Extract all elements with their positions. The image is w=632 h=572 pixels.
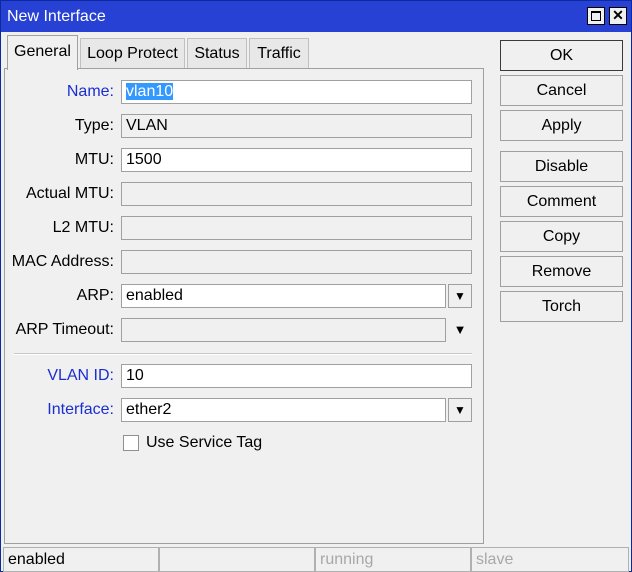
- name-value: vlan10: [126, 83, 174, 100]
- disable-button[interactable]: Disable: [500, 151, 623, 182]
- type-label: Type:: [74, 117, 114, 134]
- service-tag-label[interactable]: Use Service Tag: [146, 432, 262, 454]
- vlan-id-field[interactable]: 10: [121, 364, 472, 388]
- interface-label: Interface:: [47, 401, 114, 418]
- arp-label: ARP:: [76, 287, 114, 304]
- arp-timeout-expand-icon[interactable]: ▼: [448, 318, 472, 342]
- window-title: New Interface: [7, 8, 106, 25]
- vlan-id-label: VLAN ID:: [47, 367, 114, 384]
- apply-button[interactable]: Apply: [500, 110, 623, 141]
- tab-traffic[interactable]: Traffic: [249, 38, 309, 69]
- tab-general[interactable]: General: [7, 35, 78, 70]
- mtu-label: MTU:: [74, 151, 114, 168]
- arp-select[interactable]: enabled: [121, 284, 446, 308]
- status-running: running: [315, 547, 471, 572]
- cancel-button[interactable]: Cancel: [500, 75, 623, 106]
- remove-button[interactable]: Remove: [500, 256, 623, 287]
- mac-address-label: MAC Address:: [11, 253, 114, 270]
- actual-mtu-label: Actual MTU:: [25, 185, 114, 202]
- status-empty: [159, 547, 315, 572]
- title-bar[interactable]: New Interface ✕: [1, 1, 631, 32]
- arp-timeout-field[interactable]: [121, 318, 446, 342]
- maximize-icon[interactable]: [587, 7, 605, 25]
- name-label: Name:: [66, 83, 114, 100]
- new-interface-window: New Interface ✕ General Loop Protect Sta…: [0, 0, 632, 572]
- interface-dropdown-icon[interactable]: ▼: [448, 398, 472, 422]
- arp-timeout-label: ARP Timeout:: [15, 321, 114, 338]
- status-slave: slave: [471, 547, 629, 572]
- tab-status[interactable]: Status: [187, 38, 247, 69]
- l2-mtu-label: L2 MTU:: [52, 219, 114, 236]
- actual-mtu-field: [121, 182, 472, 206]
- service-tag-checkbox[interactable]: [123, 435, 139, 451]
- interface-select[interactable]: ether2: [121, 398, 446, 422]
- mtu-field[interactable]: 1500: [121, 148, 472, 172]
- type-field: VLAN: [121, 114, 472, 138]
- name-field[interactable]: vlan10: [121, 80, 472, 104]
- l2-mtu-field: [121, 216, 472, 240]
- comment-button[interactable]: Comment: [500, 186, 623, 217]
- close-icon[interactable]: ✕: [609, 7, 627, 25]
- section-divider: [14, 353, 472, 355]
- tab-loop-protect[interactable]: Loop Protect: [80, 38, 185, 69]
- arp-dropdown-icon[interactable]: ▼: [448, 284, 472, 308]
- status-enabled: enabled: [3, 547, 159, 572]
- mac-address-field: [121, 250, 472, 274]
- copy-button[interactable]: Copy: [500, 221, 623, 252]
- torch-button[interactable]: Torch: [500, 291, 623, 322]
- ok-button[interactable]: OK: [500, 40, 623, 71]
